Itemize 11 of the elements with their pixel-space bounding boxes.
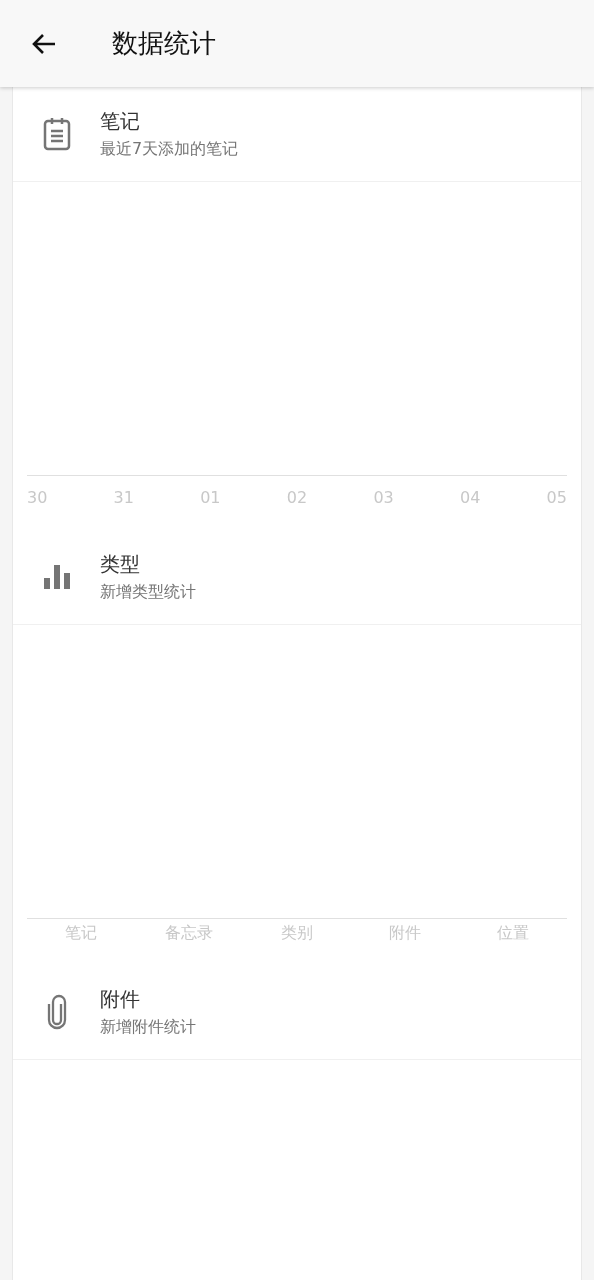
section-title: 笔记 — [100, 108, 141, 135]
section-subtitle: 新增类型统计 — [100, 582, 196, 603]
page-title: 数据统计 — [112, 27, 216, 60]
bar-chart-icon — [43, 565, 70, 589]
section-title: 类型 — [100, 551, 141, 578]
section-title: 附件 — [100, 986, 141, 1013]
section-subtitle: 最近7天添加的笔记 — [100, 139, 239, 160]
section-subtitle: 新增附件统计 — [100, 1017, 196, 1038]
notepad-icon — [42, 117, 71, 151]
paperclip-icon — [46, 994, 67, 1030]
back-arrow-icon — [31, 31, 57, 56]
